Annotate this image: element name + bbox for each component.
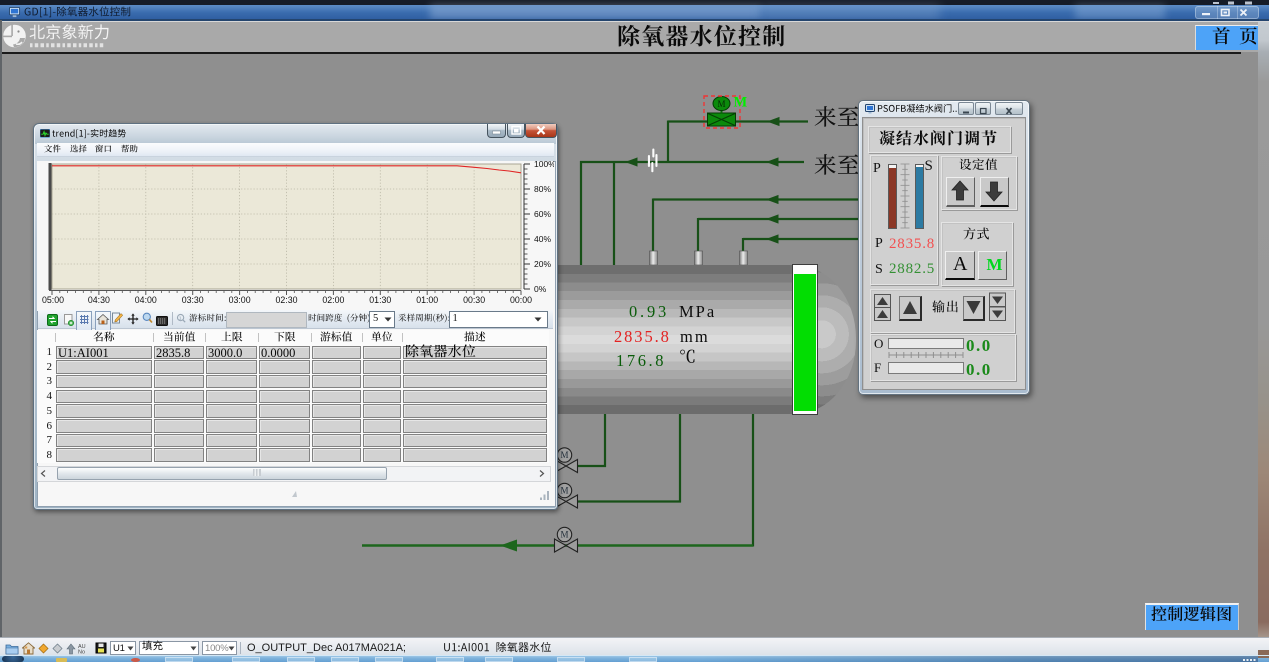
svg-text:04:30: 04:30 xyxy=(88,295,110,305)
svg-text:05:00: 05:00 xyxy=(42,295,64,305)
svg-text:20%: 20% xyxy=(534,259,551,269)
svg-text:40%: 40% xyxy=(534,234,551,244)
svg-text:No: No xyxy=(78,649,85,653)
svg-text:00:30: 00:30 xyxy=(463,295,485,305)
svg-text:M: M xyxy=(734,95,748,111)
svg-text:02:00: 02:00 xyxy=(322,295,344,305)
svg-text:1: 1 xyxy=(179,315,182,320)
svg-text:M: M xyxy=(560,486,568,496)
svg-text:M: M xyxy=(717,99,725,109)
svg-text:01:00: 01:00 xyxy=(416,295,438,305)
svg-text:04:00: 04:00 xyxy=(135,295,157,305)
svg-text:01:30: 01:30 xyxy=(369,295,391,305)
svg-text:0%: 0% xyxy=(534,284,547,294)
svg-text:03:30: 03:30 xyxy=(182,295,204,305)
svg-text:03:00: 03:00 xyxy=(229,295,251,305)
svg-text:80%: 80% xyxy=(534,184,551,194)
svg-text:60%: 60% xyxy=(534,209,551,219)
svg-text:M: M xyxy=(560,450,568,460)
svg-text:02:30: 02:30 xyxy=(275,295,297,305)
svg-text:M: M xyxy=(560,530,568,540)
svg-text:100%: 100% xyxy=(534,161,554,169)
svg-text:00:00: 00:00 xyxy=(510,295,532,305)
